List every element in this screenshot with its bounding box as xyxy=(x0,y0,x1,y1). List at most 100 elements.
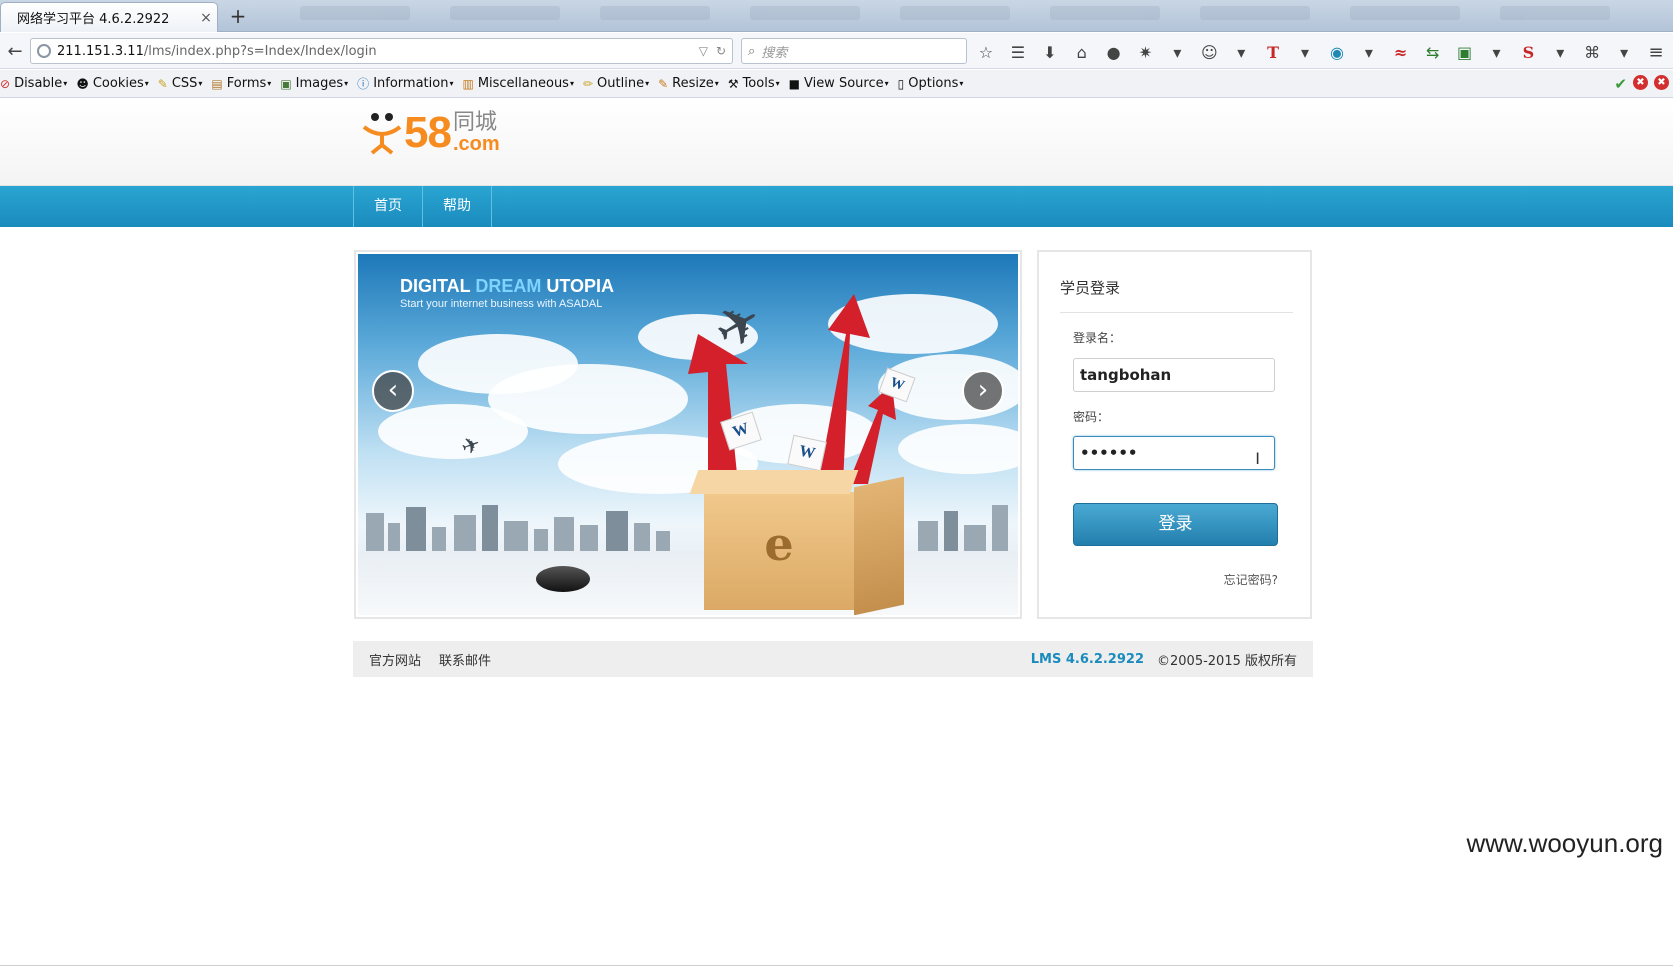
address-bar[interactable]: 211.151.3.11 /lms/index.php?s=Index/Inde… xyxy=(30,38,733,64)
text-tool-icon[interactable]: T xyxy=(1262,43,1284,62)
url-dropdown-icon[interactable]: ▽ xyxy=(699,44,708,58)
site-logo[interactable]: 58 同城 .com xyxy=(360,111,500,155)
site-identity-icon[interactable] xyxy=(37,44,51,58)
dev-css-menu[interactable]: ✎ CSS ▾ xyxy=(158,76,203,91)
text-cursor-icon: I xyxy=(1255,449,1260,468)
site-header: 58 同城 .com xyxy=(0,99,1673,186)
banner-carousel: DIGITAL DREAM UTOPIA Start your internet… xyxy=(354,250,1022,619)
dropdown-icon[interactable]: ▾ xyxy=(1230,43,1252,62)
home-icon[interactable]: ⌂ xyxy=(1071,43,1093,62)
nav-home[interactable]: 首页 xyxy=(354,186,423,227)
banner-subtitle: Start your internet business with ASADAL xyxy=(400,298,603,310)
login-title: 学员登录 xyxy=(1060,279,1121,297)
reading-list-icon[interactable]: ☰ xyxy=(1007,43,1029,62)
css-icon: ✎ xyxy=(157,76,168,91)
background-tabs xyxy=(300,6,1613,26)
dev-tools-menu[interactable]: ⚒ Tools ▾ xyxy=(728,76,780,91)
url-host: 211.151.3.11 xyxy=(57,43,144,59)
logo-com: .com xyxy=(452,133,500,155)
greasemonkey-icon[interactable]: ☺ xyxy=(1198,43,1220,62)
sync-icon[interactable]: ⇆ xyxy=(1422,43,1444,62)
addon-counter-icon[interactable]: ▣ xyxy=(1454,43,1476,62)
username-label: 登录名： xyxy=(1073,331,1122,345)
logo-cn: 同城 xyxy=(452,110,497,135)
tab-close-icon[interactable]: × xyxy=(195,10,217,26)
toolbar-icons: ☆ ☰ ⬇ ⌂ ● ✷ ▾ ☺ ▾ T ▾ ◉ ▾ ≈ ⇆ ▣ ▾ S ▾ ⌘ … xyxy=(975,39,1673,65)
forgot-password-link[interactable]: 忘记密码? xyxy=(1224,571,1278,588)
tools-icon: ⚒ xyxy=(727,76,739,91)
dev-resize-menu[interactable]: ✎ Resize ▾ xyxy=(658,76,719,91)
globe-icon[interactable]: ◉ xyxy=(1326,43,1348,62)
bookmark-star-icon[interactable]: ☆ xyxy=(975,43,997,62)
web-page: 58 同城 .com 首页 帮助 DIGITAL DREAM UTOPIA St… xyxy=(0,99,1673,968)
dev-information-menu[interactable]: ⓘ Information ▾ xyxy=(357,75,453,92)
reload-icon[interactable]: ↻ xyxy=(716,44,726,58)
banner-title: DIGITAL DREAM UTOPIA xyxy=(400,276,615,296)
crop-icon[interactable]: ⌘ xyxy=(1581,43,1603,62)
miscellaneous-icon: ▥ xyxy=(462,76,474,91)
dropdown-icon[interactable]: ▾ xyxy=(1358,43,1380,62)
city-skyline xyxy=(358,503,1018,551)
footer-link-contact-email[interactable]: 联系邮件 xyxy=(439,650,491,669)
search-placeholder: 搜索 xyxy=(761,45,788,61)
download-icon[interactable]: ⬇ xyxy=(1039,43,1061,62)
footer-link-official-site[interactable]: 官方网站 xyxy=(369,650,421,669)
nav-help[interactable]: 帮助 xyxy=(423,186,492,227)
dropdown-icon[interactable]: ▾ xyxy=(1549,43,1571,62)
dev-misc-menu[interactable]: ▥ Miscellaneous ▾ xyxy=(462,76,574,91)
dev-options-menu[interactable]: ▯ Options ▾ xyxy=(898,76,964,91)
copyright-text: ©2005-2015 版权所有 xyxy=(1157,653,1297,669)
login-panel: 学员登录 登录名： tangbohan 密码： •••••• I 登录 忘记密码… xyxy=(1037,250,1312,619)
information-icon: ⓘ xyxy=(357,77,370,91)
version-label: LMS 4.6.2.2922 xyxy=(1030,651,1144,667)
resize-icon: ✎ xyxy=(658,76,669,91)
search-icon: ⌕ xyxy=(748,43,756,59)
dev-cookies-menu[interactable]: ☻ Cookies ▾ xyxy=(76,76,148,91)
dev-view-source-menu[interactable]: ■ View Source ▾ xyxy=(789,76,889,91)
hamburger-menu-icon[interactable]: ≡ xyxy=(1645,42,1667,63)
validation-ok-icon[interactable]: ✔ xyxy=(1614,75,1627,93)
main-nav: 首页 帮助 xyxy=(0,186,1673,227)
dropdown-icon[interactable]: ▾ xyxy=(1613,43,1635,62)
divider xyxy=(1060,312,1293,313)
box-illustration: e xyxy=(689,460,904,615)
view-source-icon: ■ xyxy=(788,76,800,91)
login-button[interactable]: 登录 xyxy=(1073,503,1278,546)
browser-nav-bar: ← 211.151.3.11 /lms/index.php?s=Index/In… xyxy=(0,33,1673,69)
mascot-icon xyxy=(362,113,402,155)
close-toolbar-icon[interactable]: ✖ xyxy=(1654,74,1669,90)
new-tab-button[interactable]: + xyxy=(226,4,250,28)
carousel-next-button[interactable]: › xyxy=(962,370,1004,412)
password-field[interactable]: •••••• I xyxy=(1073,436,1275,470)
back-arrow-icon[interactable]: ← xyxy=(2,39,28,65)
images-icon: ▣ xyxy=(280,76,292,91)
carousel-prev-button[interactable]: ‹ xyxy=(372,370,414,412)
dropdown-icon[interactable]: ▾ xyxy=(1294,43,1316,62)
logo-number: 58 xyxy=(404,108,452,157)
password-value: •••••• xyxy=(1080,444,1138,462)
disable-icon: ⊘ xyxy=(0,76,11,91)
chart-icon[interactable]: ≈ xyxy=(1390,43,1412,62)
web-developer-toolbar: ⊘ Disable ▾ ☻ Cookies ▾ ✎ CSS ▾ ▤ Forms ▾ ▣ Image… xyxy=(0,70,1673,98)
chat-icon[interactable]: ● xyxy=(1103,43,1125,62)
s-addon-icon[interactable]: S xyxy=(1517,43,1539,62)
url-path: /lms/index.php?s=Index/Index/login xyxy=(143,43,377,59)
forms-icon: ▤ xyxy=(211,76,223,91)
banner-image: DIGITAL DREAM UTOPIA Start your internet… xyxy=(358,254,1018,615)
search-input[interactable]: ⌕ 搜索 xyxy=(741,38,967,64)
browser-tab[interactable]: 网络学习平台 4.6.2.2922 × xyxy=(0,2,218,32)
site-footer: 官方网站 联系邮件 LMS 4.6.2.2922 ©2005-2015 版权所有 xyxy=(353,641,1313,677)
tab-title: 网络学习平台 4.6.2.2922 xyxy=(17,12,170,27)
dropdown-icon[interactable]: ▾ xyxy=(1166,43,1188,62)
options-icon: ▯ xyxy=(897,76,905,91)
username-field[interactable]: tangbohan xyxy=(1073,358,1275,392)
firebug-icon[interactable]: ✷ xyxy=(1135,43,1157,62)
error-icon[interactable]: ✖ xyxy=(1633,74,1648,90)
dev-images-menu[interactable]: ▣ Images ▾ xyxy=(280,76,348,91)
dev-disable-menu[interactable]: ⊘ Disable ▾ xyxy=(0,76,67,91)
dropdown-icon[interactable]: ▾ xyxy=(1486,43,1508,62)
dev-forms-menu[interactable]: ▤ Forms ▾ xyxy=(211,76,271,91)
dev-outline-menu[interactable]: ✏ Outline ▾ xyxy=(583,76,649,91)
browser-tab-bar: 网络学习平台 4.6.2.2922 × + xyxy=(0,0,1673,32)
computer-mouse-illustration xyxy=(536,566,590,592)
